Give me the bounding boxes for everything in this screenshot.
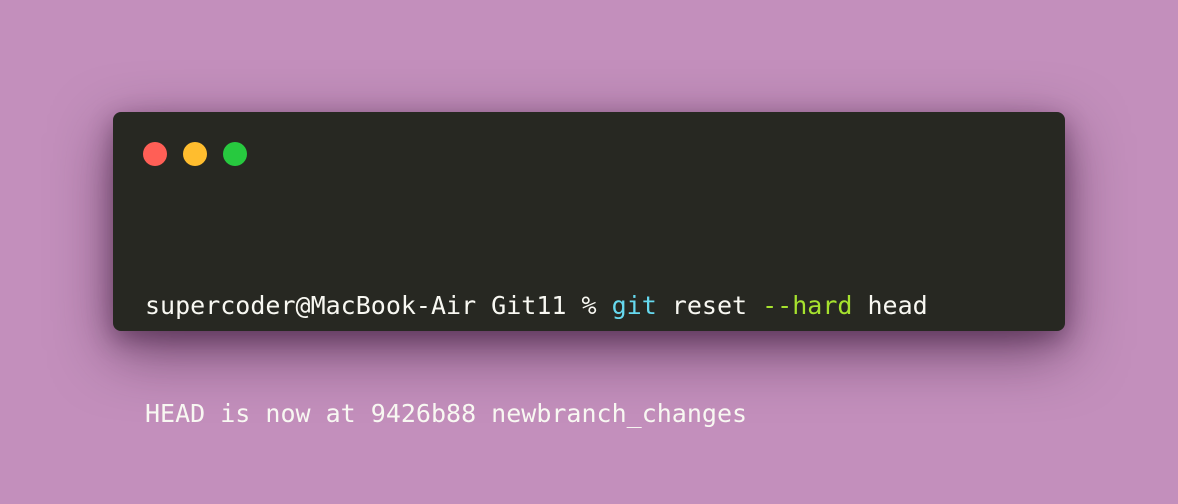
maximize-button[interactable]	[223, 142, 247, 166]
command-argument: reset	[656, 291, 763, 320]
prompt-text: supercoder@MacBook-Air Git11 %	[145, 291, 612, 320]
command-git: git	[611, 291, 657, 320]
command-flag: --hard	[762, 291, 853, 320]
terminal-window: supercoder@MacBook-Air Git11 % git reset…	[113, 112, 1065, 428]
output-line: HEAD is now at 9426b88 newbranch_changes	[145, 399, 748, 428]
close-button[interactable]	[143, 142, 167, 166]
window-controls	[143, 142, 247, 166]
command-argument-head: head	[852, 291, 928, 320]
minimize-button[interactable]	[183, 142, 207, 166]
terminal-body[interactable]: supercoder@MacBook-Air Git11 % git reset…	[145, 216, 928, 504]
command-line: supercoder@MacBook-Air Git11 % git reset…	[145, 288, 928, 324]
